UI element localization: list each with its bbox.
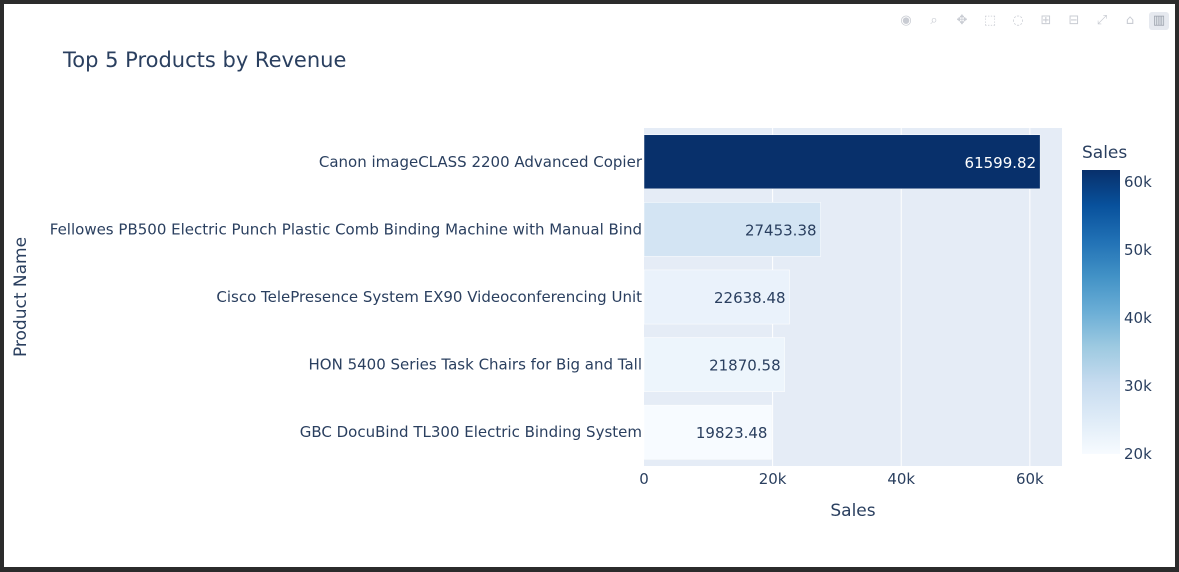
reset-axes-icon[interactable]: ⌂ bbox=[1121, 13, 1139, 29]
y-axis-label: Product Name bbox=[11, 237, 31, 357]
colorbar-tick-label: 30k bbox=[1124, 377, 1152, 395]
colorbar-tick-label: 20k bbox=[1124, 445, 1152, 463]
colorbar-tick-labels: 20k 30k 40k 50k 60k bbox=[1124, 173, 1152, 463]
x-tick-label: 60k bbox=[1016, 470, 1044, 488]
y-tick-label: Cisco TelePresence System EX90 Videoconf… bbox=[216, 288, 642, 306]
lasso-icon[interactable]: ◌ bbox=[1009, 13, 1027, 29]
bar-chart: Top 5 Products by Revenue 61599.82 27453.… bbox=[11, 48, 1152, 521]
pan-icon[interactable]: ✥ bbox=[953, 13, 971, 29]
zoom-out-icon[interactable]: ⊟ bbox=[1065, 13, 1083, 29]
colorbar-tick-label: 40k bbox=[1124, 309, 1152, 327]
autoscale-icon[interactable]: ⤢ bbox=[1093, 13, 1111, 29]
bar-value-label: 21870.58 bbox=[709, 357, 781, 375]
bar-value-label: 22638.48 bbox=[714, 289, 786, 307]
x-axis-label: Sales bbox=[830, 501, 875, 521]
zoom-in-icon[interactable]: ⊞ bbox=[1037, 13, 1055, 29]
y-tick-label: Fellowes PB500 Electric Punch Plastic Co… bbox=[50, 220, 642, 238]
y-tick-label: GBC DocuBind TL300 Electric Binding Syst… bbox=[300, 423, 642, 441]
y-tick-label: HON 5400 Series Task Chairs for Big and … bbox=[309, 356, 642, 374]
x-tick-label: 40k bbox=[887, 470, 915, 488]
chart-title: Top 5 Products by Revenue bbox=[62, 48, 346, 72]
box-select-icon[interactable]: ⬚ bbox=[981, 13, 999, 29]
x-tick-label: 0 bbox=[639, 470, 649, 488]
colorbar-tick-label: 50k bbox=[1124, 241, 1152, 259]
bar-value-label: 19823.48 bbox=[696, 424, 768, 442]
zoom-icon[interactable]: ⌕ bbox=[925, 13, 943, 29]
modebar: ◉ ⌕ ✥ ⬚ ◌ ⊞ ⊟ ⤢ ⌂ ▥ bbox=[897, 12, 1169, 30]
camera-icon[interactable]: ◉ bbox=[897, 13, 915, 29]
colorbar-tick-label: 60k bbox=[1124, 173, 1152, 191]
bar-value-label: 27453.38 bbox=[745, 221, 817, 239]
bar-value-label: 61599.82 bbox=[965, 154, 1037, 172]
colorbar-title: Sales bbox=[1082, 143, 1127, 163]
x-tick-label: 20k bbox=[759, 470, 787, 488]
y-tick-label: Canon imageCLASS 2200 Advanced Copier bbox=[319, 153, 643, 171]
y-tick-labels: Canon imageCLASS 2200 Advanced Copier Fel… bbox=[50, 153, 643, 441]
plotly-logo-icon[interactable]: ▥ bbox=[1149, 12, 1169, 30]
colorbar bbox=[1082, 170, 1120, 454]
chart-frame: ◉ ⌕ ✥ ⬚ ◌ ⊞ ⊟ ⤢ ⌂ ▥ Top 5 Products by Re… bbox=[4, 4, 1175, 567]
x-tick-labels: 0 20k 40k 60k bbox=[639, 470, 1044, 488]
